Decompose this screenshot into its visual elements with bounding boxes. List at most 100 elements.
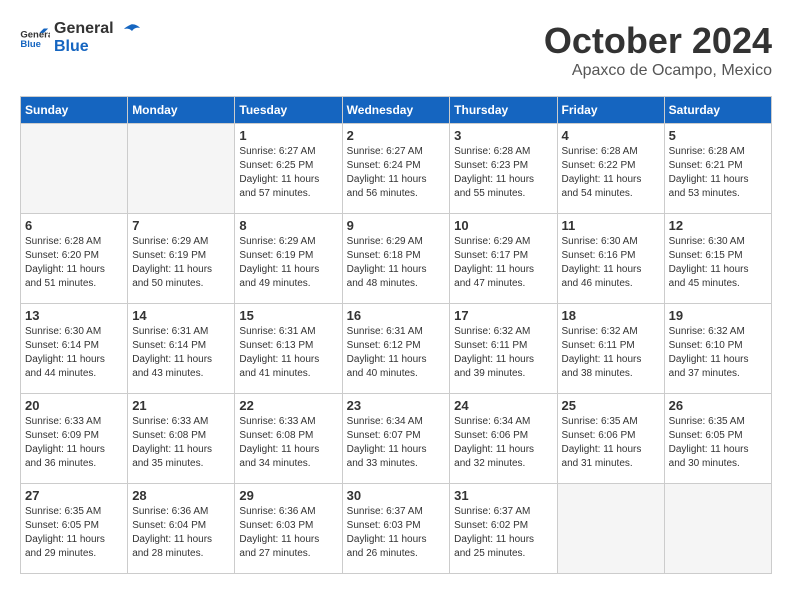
sunset-text: Sunset: 6:07 PM xyxy=(347,430,421,441)
svg-text:Blue: Blue xyxy=(20,38,41,48)
sunset-text: Sunset: 6:17 PM xyxy=(454,250,528,261)
sunset-text: Sunset: 6:06 PM xyxy=(562,430,636,441)
table-row: 26Sunrise: 6:35 AMSunset: 6:05 PMDayligh… xyxy=(664,394,771,484)
daylight-text: Daylight: 11 hours and 51 minutes. xyxy=(25,264,105,289)
day-info: Sunrise: 6:33 AMSunset: 6:08 PMDaylight:… xyxy=(132,415,230,471)
daylight-text: Daylight: 11 hours and 29 minutes. xyxy=(25,534,105,559)
day-info: Sunrise: 6:29 AMSunset: 6:19 PMDaylight:… xyxy=(239,235,337,291)
daylight-text: Daylight: 11 hours and 41 minutes. xyxy=(239,354,319,379)
sunrise-text: Sunrise: 6:31 AM xyxy=(239,326,315,337)
daylight-text: Daylight: 11 hours and 35 minutes. xyxy=(132,444,212,469)
day-number: 21 xyxy=(132,398,230,413)
day-number: 22 xyxy=(239,398,337,413)
table-row: 13Sunrise: 6:30 AMSunset: 6:14 PMDayligh… xyxy=(21,304,128,394)
day-info: Sunrise: 6:28 AMSunset: 6:22 PMDaylight:… xyxy=(562,145,660,201)
day-number: 8 xyxy=(239,218,337,233)
logo-general: General xyxy=(54,20,114,38)
day-info: Sunrise: 6:32 AMSunset: 6:11 PMDaylight:… xyxy=(454,325,552,381)
sunset-text: Sunset: 6:11 PM xyxy=(454,340,527,351)
sunrise-text: Sunrise: 6:31 AM xyxy=(347,326,423,337)
sunset-text: Sunset: 6:08 PM xyxy=(132,430,206,441)
day-info: Sunrise: 6:33 AMSunset: 6:09 PMDaylight:… xyxy=(25,415,123,471)
calendar-week-row: 20Sunrise: 6:33 AMSunset: 6:09 PMDayligh… xyxy=(21,394,772,484)
sunrise-text: Sunrise: 6:33 AM xyxy=(239,416,315,427)
calendar-week-row: 27Sunrise: 6:35 AMSunset: 6:05 PMDayligh… xyxy=(21,484,772,574)
day-number: 2 xyxy=(347,128,446,143)
sunrise-text: Sunrise: 6:28 AM xyxy=(25,236,101,247)
day-number: 24 xyxy=(454,398,552,413)
table-row xyxy=(21,124,128,214)
day-info: Sunrise: 6:28 AMSunset: 6:21 PMDaylight:… xyxy=(669,145,767,201)
month-title: October 2024 xyxy=(544,20,772,62)
sunrise-text: Sunrise: 6:29 AM xyxy=(347,236,423,247)
logo-icon: General Blue xyxy=(20,27,50,49)
sunrise-text: Sunrise: 6:28 AM xyxy=(562,146,638,157)
sunset-text: Sunset: 6:09 PM xyxy=(25,430,99,441)
day-info: Sunrise: 6:36 AMSunset: 6:03 PMDaylight:… xyxy=(239,505,337,561)
day-info: Sunrise: 6:27 AMSunset: 6:25 PMDaylight:… xyxy=(239,145,337,201)
table-row: 30Sunrise: 6:37 AMSunset: 6:03 PMDayligh… xyxy=(342,484,450,574)
daylight-text: Daylight: 11 hours and 50 minutes. xyxy=(132,264,212,289)
day-info: Sunrise: 6:34 AMSunset: 6:06 PMDaylight:… xyxy=(454,415,552,471)
day-info: Sunrise: 6:30 AM Sunset: 6:16 PM Daylight:… xyxy=(562,235,660,291)
daylight-text: Daylight: 11 hours and 28 minutes. xyxy=(132,534,212,559)
calendar-week-row: 1 Sunrise: 6:27 AMSunset: 6:25 PMDaylight… xyxy=(21,124,772,214)
daylight-text: Daylight: 11 hours and 46 minutes. xyxy=(562,264,642,289)
daylight-text: Daylight: 11 hours and 37 minutes. xyxy=(669,354,749,379)
day-number: 28 xyxy=(132,488,230,503)
day-info: Sunrise: 6:29 AM Sunset: 6:17 PM Daylight:… xyxy=(454,235,552,291)
title-section: October 2024 Apaxco de Ocampo, Mexico xyxy=(544,20,772,80)
table-row: 17Sunrise: 6:32 AMSunset: 6:11 PMDayligh… xyxy=(450,304,557,394)
table-row xyxy=(664,484,771,574)
table-row: 22Sunrise: 6:33 AMSunset: 6:08 PMDayligh… xyxy=(235,394,342,484)
day-info: Sunrise: 6:31 AMSunset: 6:14 PMDaylight:… xyxy=(132,325,230,381)
calendar-header-row: Sunday Monday Tuesday Wednesday Thursday… xyxy=(21,97,772,124)
table-row: 10 Sunrise: 6:29 AM Sunset: 6:17 PM Dayligh… xyxy=(450,214,557,304)
sunset-text: Sunset: 6:21 PM xyxy=(669,160,743,171)
sunrise-text: Sunrise: 6:30 AM xyxy=(562,236,638,247)
day-number: 13 xyxy=(25,308,123,323)
day-number: 18 xyxy=(562,308,660,323)
day-number: 29 xyxy=(239,488,337,503)
day-number: 26 xyxy=(669,398,767,413)
day-number: 6 xyxy=(25,218,123,233)
daylight-text: Daylight: 11 hours and 45 minutes. xyxy=(669,264,749,289)
table-row: 31Sunrise: 6:37 AMSunset: 6:02 PMDayligh… xyxy=(450,484,557,574)
day-info: Sunrise: 6:30 AMSunset: 6:15 PMDaylight:… xyxy=(669,235,767,291)
sunset-text: Sunset: 6:08 PM xyxy=(239,430,313,441)
day-number: 10 xyxy=(454,218,552,233)
daylight-text: Daylight: 11 hours and 27 minutes. xyxy=(239,534,319,559)
day-number: 1 xyxy=(239,128,337,143)
day-info: Sunrise: 6:28 AMSunset: 6:20 PMDaylight:… xyxy=(25,235,123,291)
table-row: 28 Sunrise: 6:36 AMSunset: 6:04 PMDayligh… xyxy=(128,484,235,574)
table-row: 14Sunrise: 6:31 AMSunset: 6:14 PMDayligh… xyxy=(128,304,235,394)
daylight-text: Daylight: 11 hours and 47 minutes. xyxy=(454,264,534,289)
calendar-table: Sunday Monday Tuesday Wednesday Thursday… xyxy=(20,96,772,574)
day-info: Sunrise: 6:31 AMSunset: 6:12 PMDaylight:… xyxy=(347,325,446,381)
sunrise-text: Sunrise: 6:28 AM xyxy=(454,146,530,157)
day-info: Sunrise: 6:36 AMSunset: 6:04 PMDaylight:… xyxy=(132,505,230,561)
sunset-text: Sunset: 6:19 PM xyxy=(239,250,313,261)
daylight-text: Daylight: 11 hours and 31 minutes. xyxy=(562,444,642,469)
sunrise-text: Sunrise: 6:30 AM xyxy=(669,236,745,247)
header-monday: Monday xyxy=(128,97,235,124)
header-wednesday: Wednesday xyxy=(342,97,450,124)
table-row: 20 Sunrise: 6:33 AMSunset: 6:09 PMDayligh… xyxy=(21,394,128,484)
table-row: 1 Sunrise: 6:27 AMSunset: 6:25 PMDaylight… xyxy=(235,124,342,214)
sunrise-text: Sunrise: 6:29 AM xyxy=(454,236,530,247)
daylight-text: Daylight: 11 hours and 26 minutes. xyxy=(347,534,427,559)
day-number: 31 xyxy=(454,488,552,503)
logo: General Blue General Blue xyxy=(20,20,140,55)
table-row xyxy=(128,124,235,214)
sunset-text: Sunset: 6:10 PM xyxy=(669,340,743,351)
day-number: 12 xyxy=(669,218,767,233)
sunset-text: Sunset: 6:14 PM xyxy=(132,340,206,351)
day-number: 20 xyxy=(25,398,123,413)
sunrise-text: Sunrise: 6:37 AM xyxy=(347,506,423,517)
day-number: 25 xyxy=(562,398,660,413)
day-info: Sunrise: 6:29 AMSunset: 6:19 PMDaylight:… xyxy=(132,235,230,291)
day-number: 19 xyxy=(669,308,767,323)
sunrise-text: Sunrise: 6:27 AM xyxy=(239,146,315,157)
sunset-text: Sunset: 6:16 PM xyxy=(562,250,636,261)
table-row: 5Sunrise: 6:28 AMSunset: 6:21 PMDaylight… xyxy=(664,124,771,214)
